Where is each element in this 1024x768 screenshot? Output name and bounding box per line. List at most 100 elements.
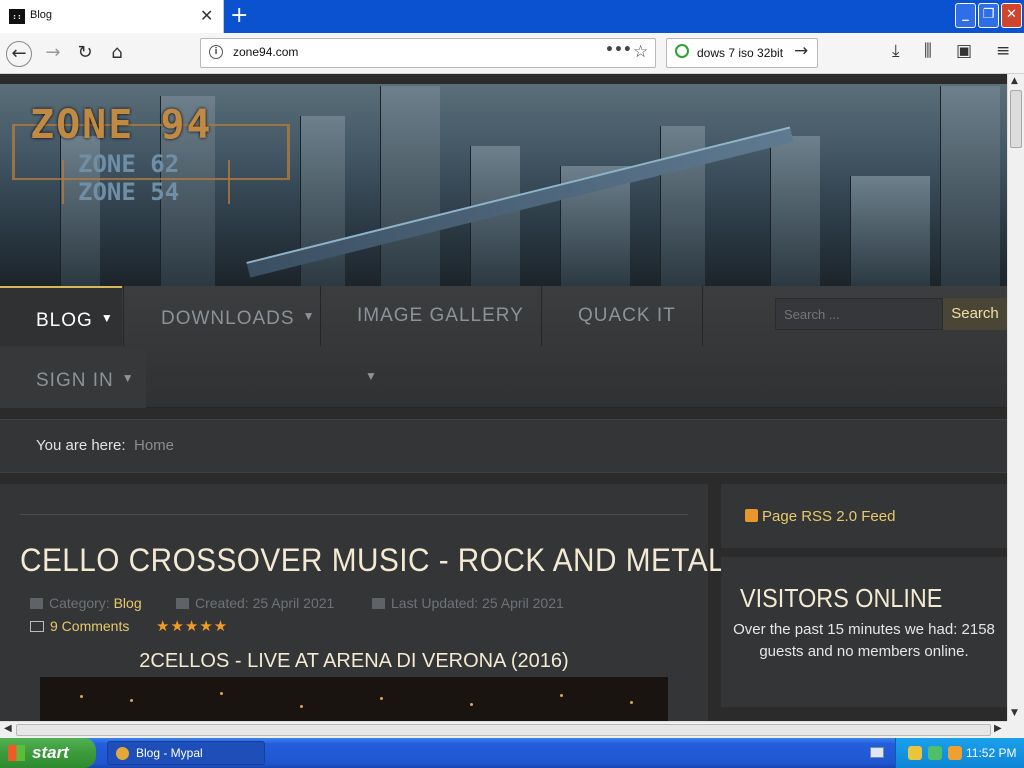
nav-label: IMAGE GALLERY	[357, 305, 524, 326]
library-icon[interactable]: ⫼	[924, 41, 932, 61]
scroll-thumb[interactable]	[1010, 90, 1022, 148]
visitors-title: VISITORS ONLINE	[740, 583, 943, 613]
search-icon[interactable]	[948, 746, 962, 760]
article-title[interactable]: CELLO CROSSOVER MUSIC - ROCK AND METAL	[20, 542, 725, 579]
clock[interactable]: 11:52 PM	[966, 746, 1016, 760]
breadcrumb-home: Home	[134, 437, 175, 454]
scroll-up-icon[interactable]: ▲	[1011, 76, 1018, 86]
comments-count: 9 Comments	[50, 618, 130, 634]
divider	[20, 514, 688, 515]
scroll-corner	[1007, 721, 1024, 738]
url-text[interactable]: zone94.com	[233, 45, 298, 59]
tab-strip: :: Blog ✕ + _ ❐ ✕	[0, 0, 1024, 33]
calendar-icon	[176, 598, 189, 609]
back-icon[interactable]: ←	[6, 41, 32, 67]
main-navigation: BLOG ▼ DOWNLOADS ▼ IMAGE GALLERY ▼ QUACK IT…	[0, 286, 1007, 408]
horizontal-scrollbar[interactable]: ◀ ▶	[0, 721, 1007, 738]
maximize-button[interactable]: ❐	[978, 3, 999, 28]
article-panel: CELLO CROSSOVER MUSIC - ROCK AND METAL C…	[0, 484, 725, 721]
banner-building	[380, 86, 440, 286]
network-icon[interactable]	[928, 746, 942, 760]
category-label: Category:	[49, 595, 110, 611]
vertical-scrollbar[interactable]: ▲ ▼	[1007, 74, 1024, 721]
comment-icon	[30, 621, 44, 632]
browser-search-box[interactable]: dows 7 iso 32bit →	[666, 38, 818, 68]
rss-icon[interactable]	[745, 509, 758, 522]
nav-label: SIGN IN	[36, 370, 114, 391]
menu-icon[interactable]: ≡	[996, 41, 1010, 61]
search-engine-icon	[675, 44, 689, 58]
system-tray: 11:52 PM	[895, 738, 1024, 768]
browser-toolbar: ← → ↻ ⌂ i zone94.com ••• ☆ dows 7 iso 32…	[0, 33, 1024, 74]
download-icon[interactable]: ⤓	[892, 41, 900, 61]
site-search-button[interactable]: Search	[943, 298, 1007, 330]
tab-close-icon[interactable]: ✕	[200, 6, 213, 25]
nav-divider	[702, 286, 703, 346]
video-frame-detail	[80, 695, 83, 698]
video-player[interactable]	[40, 677, 668, 721]
minimize-button[interactable]: _	[955, 3, 976, 28]
caret-down-icon: ▼	[302, 309, 316, 323]
video-frame-detail	[560, 694, 563, 697]
video-frame-detail	[220, 692, 223, 695]
home-icon[interactable]: ⌂	[104, 41, 130, 67]
scroll-thumb[interactable]	[16, 724, 991, 736]
breadcrumb: You are here: Home	[0, 419, 1007, 473]
comments-link[interactable]: 9 Comments	[30, 618, 129, 634]
calendar-icon	[372, 598, 385, 609]
nav-item-sign-in[interactable]: SIGN IN ▼	[0, 348, 146, 408]
visitors-panel: VISITORS ONLINE Over the past 15 minutes…	[721, 557, 1007, 707]
scroll-down-icon[interactable]: ▼	[1011, 708, 1018, 718]
banner-building	[770, 136, 820, 286]
video-frame-detail	[630, 701, 633, 704]
forward-icon[interactable]: →	[40, 41, 66, 67]
rss-feed-link[interactable]: Page RSS 2.0 Feed	[762, 508, 895, 525]
security-shield-icon[interactable]	[908, 746, 922, 760]
sidebar-icon[interactable]: ▣	[956, 41, 972, 61]
start-button[interactable]: start	[0, 738, 96, 768]
rss-panel: Page RSS 2.0 Feed	[721, 484, 1007, 548]
caret-down-icon: ▼	[365, 369, 378, 383]
breadcrumb-label: You are here:	[36, 437, 126, 454]
category-link[interactable]: Blog	[114, 595, 142, 611]
site-banner[interactable]: ZONE 94 ZONE 62 ZONE 54	[0, 84, 1007, 286]
mypal-icon	[116, 747, 129, 760]
site-logo-main[interactable]: ZONE 94	[30, 102, 213, 148]
search-go-icon[interactable]: →	[794, 41, 808, 61]
more-icon[interactable]: •••	[605, 42, 632, 58]
taskbar-item-browser[interactable]: Blog - Mypal	[107, 741, 265, 765]
article-updated: Last Updated: 25 April 2021	[372, 595, 564, 611]
site-logo-sub1: ZONE 62	[78, 150, 180, 178]
video-frame-detail	[380, 697, 383, 700]
folder-icon	[30, 598, 43, 609]
bookmark-star-icon[interactable]: ☆	[633, 42, 648, 62]
nav-divider	[123, 286, 124, 346]
reload-icon[interactable]: ↻	[72, 41, 98, 67]
created-date: Created: 25 April 2021	[195, 595, 335, 611]
banner-building	[940, 86, 1000, 286]
address-bar[interactable]: i zone94.com ••• ☆	[200, 38, 656, 68]
nav-item-quack-it[interactable]: QUACK IT	[542, 286, 702, 346]
new-tab-icon[interactable]: +	[230, 3, 248, 28]
tab-title: Blog	[30, 9, 53, 21]
video-frame-detail	[470, 703, 473, 706]
start-label: start	[32, 743, 69, 762]
keyboard-icon[interactable]	[870, 747, 884, 758]
video-frame-detail	[130, 699, 133, 702]
tab-blog[interactable]: :: Blog ✕	[0, 0, 224, 33]
caret-down-icon: ▼	[100, 311, 114, 325]
site-logo-sub2: ZONE 54	[78, 178, 180, 206]
rating-stars[interactable]: ★★★★★	[156, 617, 228, 635]
scroll-left-icon[interactable]: ◀	[4, 723, 12, 734]
nav-item-blog[interactable]: BLOG ▼	[0, 286, 122, 346]
windows-logo-icon	[8, 745, 25, 761]
search-query[interactable]: dows 7 iso 32bit	[697, 46, 783, 60]
scroll-right-icon[interactable]: ▶	[994, 723, 1002, 734]
nav-item-downloads[interactable]: DOWNLOADS ▼	[125, 286, 320, 346]
nav-item-image-gallery[interactable]: IMAGE GALLERY ▼	[321, 286, 541, 383]
video-frame-detail	[300, 705, 303, 708]
site-search-input[interactable]	[775, 298, 943, 330]
info-icon[interactable]: i	[209, 45, 223, 59]
close-window-button[interactable]: ✕	[1001, 3, 1022, 28]
article-category: Category: Blog	[30, 595, 142, 611]
